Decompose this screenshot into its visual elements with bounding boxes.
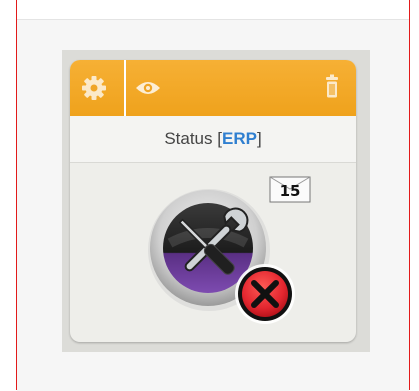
widget-title-tag: ERP: [221, 129, 257, 148]
tools-icon: [148, 189, 295, 324]
eye-icon: [136, 82, 160, 94]
settings-button[interactable]: [70, 60, 124, 116]
widget-title-label: Status: [164, 129, 213, 148]
widget-title: Status [ERP]: [70, 116, 356, 163]
widget-title-tag-close: ]: [256, 129, 262, 148]
gear-icon: [82, 76, 106, 100]
view-button[interactable]: [126, 60, 170, 116]
trash-icon: [326, 74, 338, 98]
delete-button[interactable]: [308, 60, 356, 116]
widget-toolbar: [70, 60, 356, 116]
